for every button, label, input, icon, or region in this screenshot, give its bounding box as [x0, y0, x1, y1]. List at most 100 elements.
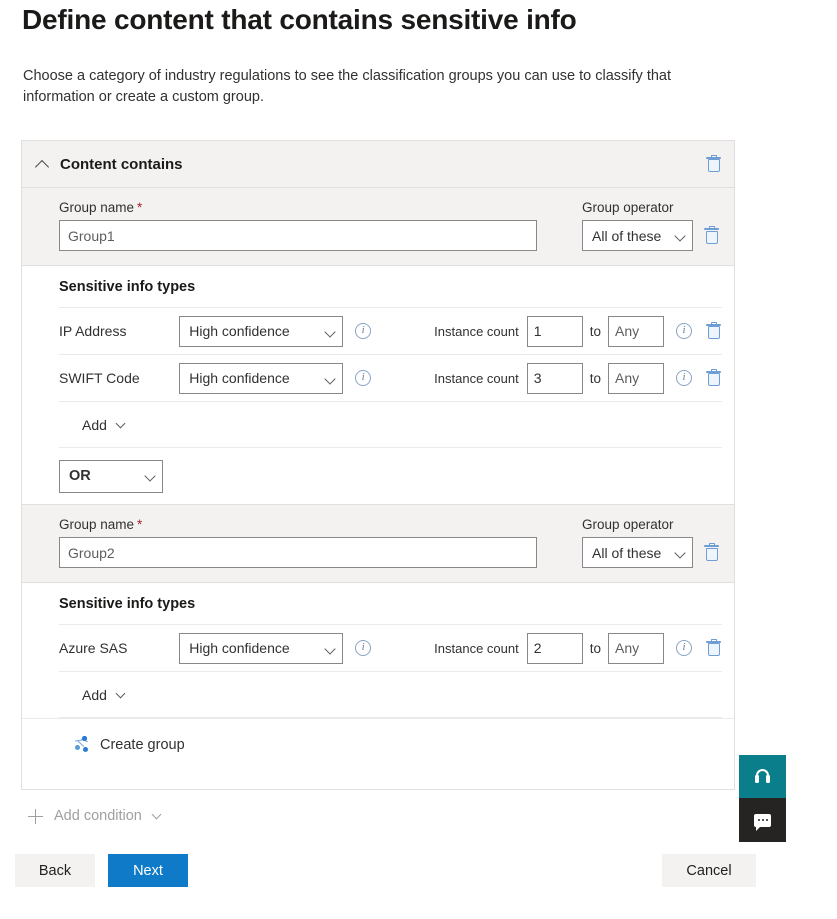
group-name-input-1[interactable] [59, 220, 537, 251]
chevron-up-icon[interactable] [35, 156, 51, 172]
table-row: SWIFT Code High confidence i Instance co… [59, 355, 722, 402]
confidence-select[interactable]: High confidence [179, 315, 344, 347]
delete-condition-button[interactable] [705, 154, 722, 174]
group-name-label: Group name * [59, 200, 143, 215]
instance-count-to-label: to [589, 640, 601, 656]
page-root: Define content that contains sensitive i… [0, 0, 837, 919]
group-join-operator-select[interactable]: OR [59, 459, 163, 493]
delete-row-button[interactable] [705, 638, 722, 658]
cancel-button[interactable]: Cancel [662, 854, 756, 887]
instance-count-min-input[interactable] [526, 362, 583, 394]
support-button[interactable] [739, 755, 786, 798]
chevron-down-icon [115, 688, 126, 698]
group-operator-value-1: All of these [592, 227, 662, 244]
sit-type-name: Azure SAS [59, 640, 128, 656]
group-operator-value-2: All of these [592, 544, 662, 561]
group-operator-field-2: Group operator All of these [582, 517, 693, 568]
card-header: Content contains [22, 141, 734, 188]
info-icon[interactable]: i [355, 640, 372, 656]
add-condition-label: Add condition [54, 808, 142, 824]
required-marker: * [137, 200, 143, 215]
trash-icon [705, 321, 722, 341]
table-row: Azure SAS High confidence i Instance cou… [59, 625, 722, 672]
sensitive-info-types-heading: Sensitive info types [59, 266, 722, 308]
trash-icon [703, 543, 720, 562]
group-name-field-2: Group name * [59, 517, 537, 568]
group-name-band-1: Group name* Group operator All of these [22, 188, 734, 266]
group-operator-label: Group operator [582, 517, 674, 532]
add-label: Add [82, 686, 107, 703]
group-join-operator-row: OR [22, 448, 734, 505]
group-nodes-icon [72, 736, 91, 753]
instance-count-label: Instance count [434, 370, 519, 386]
info-icon[interactable]: i [355, 323, 372, 339]
delete-row-button[interactable] [705, 368, 722, 388]
confidence-select[interactable]: High confidence [179, 632, 344, 664]
delete-row-button[interactable] [705, 321, 722, 341]
instance-count-max-input[interactable] [608, 632, 664, 664]
chevron-down-icon [144, 469, 156, 482]
instance-count-max-input[interactable] [608, 362, 664, 394]
info-icon[interactable]: i [676, 323, 692, 339]
instance-count-max-input[interactable] [608, 315, 664, 347]
create-group-label: Create group [100, 736, 185, 753]
confidence-value: High confidence [189, 323, 290, 339]
instance-count-label: Instance count [434, 323, 519, 339]
add-condition-button[interactable]: Add condition [28, 808, 162, 824]
chevron-down-icon [115, 418, 126, 428]
group-join-operator-value: OR [69, 468, 91, 484]
group-name-band-2: Group name* Group operator All of these [22, 505, 734, 583]
trash-icon [705, 368, 722, 388]
table-row: IP Address High confidence i Instance co… [59, 308, 722, 355]
page-subtitle: Choose a category of industry regulation… [23, 68, 672, 105]
add-row-2: Add [59, 672, 722, 718]
card-header-title: Content contains [60, 155, 183, 173]
add-sensitive-info-type-button-2[interactable]: Add [82, 686, 126, 703]
instance-count-min-input[interactable] [526, 315, 583, 347]
chevron-down-icon [151, 809, 162, 820]
page-title: Define content that contains sensitive i… [22, 4, 577, 35]
sensitive-info-types-section-2: Sensitive info types Azure SAS High conf… [22, 583, 734, 718]
instance-count-label: Instance count [434, 640, 519, 656]
confidence-value: High confidence [189, 370, 290, 386]
next-button[interactable]: Next [108, 854, 188, 887]
instance-count-to-label: to [589, 370, 601, 386]
group-name-input-2[interactable] [59, 537, 537, 568]
group-operator-field-1: Group operator All of these [582, 200, 693, 251]
info-icon[interactable]: i [355, 370, 372, 386]
create-group-row: Create group [22, 718, 734, 770]
group-name-label: Group name * [59, 517, 143, 532]
create-group-button[interactable]: Create group [72, 736, 185, 753]
sensitive-info-types-section-1: Sensitive info types IP Address High con… [22, 266, 734, 448]
trash-icon [705, 154, 722, 174]
add-label: Add [82, 416, 107, 433]
chevron-down-icon [324, 372, 336, 385]
group-operator-select-2[interactable]: All of these [582, 537, 693, 568]
delete-group-button-2[interactable] [703, 543, 720, 562]
chat-button[interactable] [739, 798, 786, 842]
group-operator-label: Group operator [582, 200, 674, 215]
confidence-value: High confidence [189, 640, 290, 656]
group-name-field-1: Group name * [59, 200, 537, 251]
chevron-down-icon [674, 547, 686, 559]
headset-icon [755, 769, 770, 784]
delete-group-button-1[interactable] [703, 226, 720, 245]
sensitive-info-types-heading: Sensitive info types [59, 583, 722, 625]
plus-icon [28, 808, 43, 824]
chevron-down-icon [324, 642, 336, 655]
confidence-select[interactable]: High confidence [179, 362, 344, 394]
sit-type-name: SWIFT Code [59, 370, 140, 386]
info-icon[interactable]: i [676, 370, 692, 386]
sit-type-name: IP Address [59, 323, 127, 339]
add-row-1: Add [59, 402, 722, 448]
info-icon[interactable]: i [676, 640, 692, 656]
instance-count-min-input[interactable] [526, 632, 583, 664]
chat-bubble-icon [754, 813, 771, 831]
back-button[interactable]: Back [15, 854, 95, 887]
chevron-down-icon [324, 325, 336, 338]
content-contains-card: Content contains Group name* Group opera… [21, 140, 735, 790]
add-sensitive-info-type-button-1[interactable]: Add [82, 416, 126, 433]
group-operator-select-1[interactable]: All of these [582, 220, 693, 251]
required-marker: * [137, 517, 143, 532]
help-widget [739, 755, 786, 842]
